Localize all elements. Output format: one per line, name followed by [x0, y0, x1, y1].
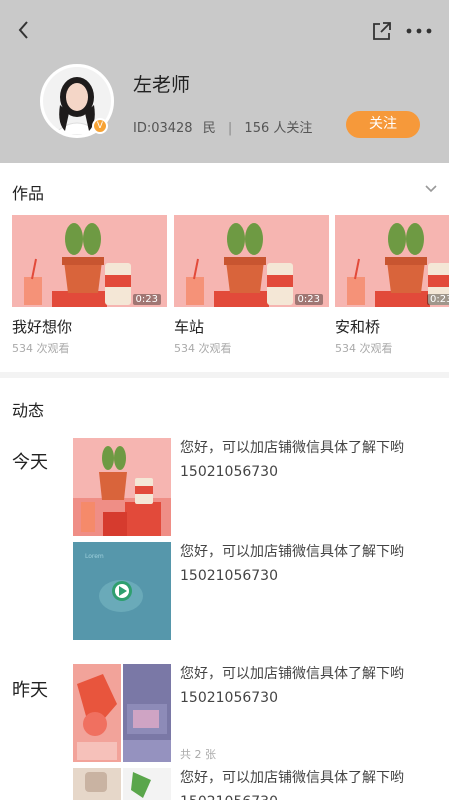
profile-meta: ID:03428 民 | 156 人关注: [133, 117, 312, 136]
work-title[interactable]: 安和桥: [335, 316, 449, 337]
share-icon[interactable]: [371, 20, 393, 42]
post-text: 您好，可以加店铺微信具体了解下哟 15021056730: [180, 662, 442, 710]
svg-text:Lorem: Lorem: [85, 553, 104, 560]
work-card[interactable]: 0:23 车站 534 次观看: [174, 215, 329, 356]
post-phone[interactable]: 15021056730: [180, 790, 442, 800]
work-thumbnail[interactable]: 0:23: [174, 215, 329, 307]
section-divider: [0, 372, 449, 378]
day-label: 昨天: [12, 680, 48, 701]
post-phone[interactable]: 15021056730: [180, 564, 442, 588]
follow-button[interactable]: 关注: [346, 111, 420, 138]
post-message: 您好，可以加店铺微信具体了解下哟: [180, 770, 404, 786]
verified-badge: V: [92, 118, 108, 134]
profile-header: V 左老师 ID:03428 民 | 156 人关注 关注: [0, 0, 449, 163]
back-icon[interactable]: [12, 18, 36, 42]
post-gallery[interactable]: [73, 664, 171, 762]
work-thumbnail[interactable]: 0:23: [335, 215, 449, 307]
work-thumbnail[interactable]: 0:23: [12, 215, 167, 307]
work-views: 534 次观看: [174, 342, 232, 355]
post-video[interactable]: Lorem: [73, 542, 171, 640]
post-text: 您好，可以加店铺微信具体了解下哟 15021056730: [180, 540, 442, 588]
post-message: 您好，可以加店铺微信具体了解下哟: [180, 666, 404, 682]
post-text: 您好，可以加店铺微信具体了解下哟 15021056730: [180, 766, 442, 800]
work-card[interactable]: 0:23 安和桥 534 次观看: [335, 215, 449, 356]
post-text: 您好，可以加店铺微信具体了解下哟 15021056730: [180, 436, 442, 484]
work-views: 534 次观看: [335, 342, 393, 355]
work-title[interactable]: 车站: [174, 316, 329, 337]
post-gallery[interactable]: [73, 768, 171, 800]
post-phone[interactable]: 15021056730: [180, 686, 442, 710]
meta-separator: |: [227, 121, 233, 136]
post-message: 您好，可以加店铺微信具体了解下哟: [180, 440, 404, 456]
work-views: 534 次观看: [12, 342, 70, 355]
video-duration: 0:23: [427, 294, 449, 305]
more-icon[interactable]: [405, 26, 433, 36]
video-duration: 0:23: [132, 294, 161, 305]
post-phone[interactable]: 15021056730: [180, 460, 442, 484]
profile-name: 左老师: [133, 74, 191, 96]
works-section-title: 作品: [12, 184, 45, 203]
day-label: 今天: [12, 452, 48, 473]
feed-section-title: 动态: [12, 401, 45, 420]
profile-followers: 156 人关注: [244, 121, 313, 136]
work-card[interactable]: 0:23 我好想你 534 次观看: [12, 215, 167, 356]
post-image[interactable]: [73, 438, 171, 536]
chevron-down-icon[interactable]: [424, 184, 438, 194]
post-message: 您好，可以加店铺微信具体了解下哟: [180, 544, 404, 560]
video-duration: 0:23: [294, 294, 323, 305]
work-title[interactable]: 我好想你: [12, 316, 167, 337]
image-count: 共 2 张: [180, 748, 216, 761]
profile-id: ID:03428: [133, 121, 193, 136]
profile-role-tag: 民: [202, 121, 216, 136]
